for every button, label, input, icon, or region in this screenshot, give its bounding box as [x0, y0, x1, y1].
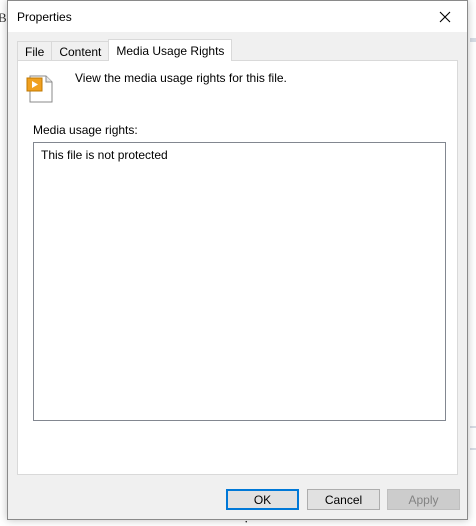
panel-description: View the media usage rights for this fil…	[75, 71, 287, 85]
cancel-button[interactable]: Cancel	[307, 489, 380, 510]
rights-text: This file is not protected	[41, 148, 168, 162]
rights-textbox[interactable]: This file is not protected	[33, 142, 446, 421]
ok-button[interactable]: OK	[226, 489, 299, 510]
tab-content[interactable]: Content	[51, 41, 110, 61]
background-mark	[470, 38, 476, 42]
close-icon	[439, 11, 450, 22]
rights-label: Media usage rights:	[33, 123, 138, 137]
tab-strip: File Content Media Usage Rights	[17, 39, 233, 61]
title-bar[interactable]: Properties	[8, 1, 467, 32]
apply-button[interactable]: Apply	[387, 489, 460, 510]
properties-dialog: Properties File Content Media Usage Righ…	[7, 0, 468, 520]
tab-file[interactable]: File	[17, 41, 53, 61]
tab-media-usage-rights[interactable]: Media Usage Rights	[108, 39, 233, 61]
background-mark	[470, 448, 476, 450]
media-file-icon	[26, 75, 53, 103]
window-title: Properties	[17, 10, 72, 24]
media-usage-rights-panel: View the media usage rights for this fil…	[17, 60, 458, 475]
background-mark	[470, 426, 476, 428]
close-button[interactable]	[422, 1, 467, 32]
